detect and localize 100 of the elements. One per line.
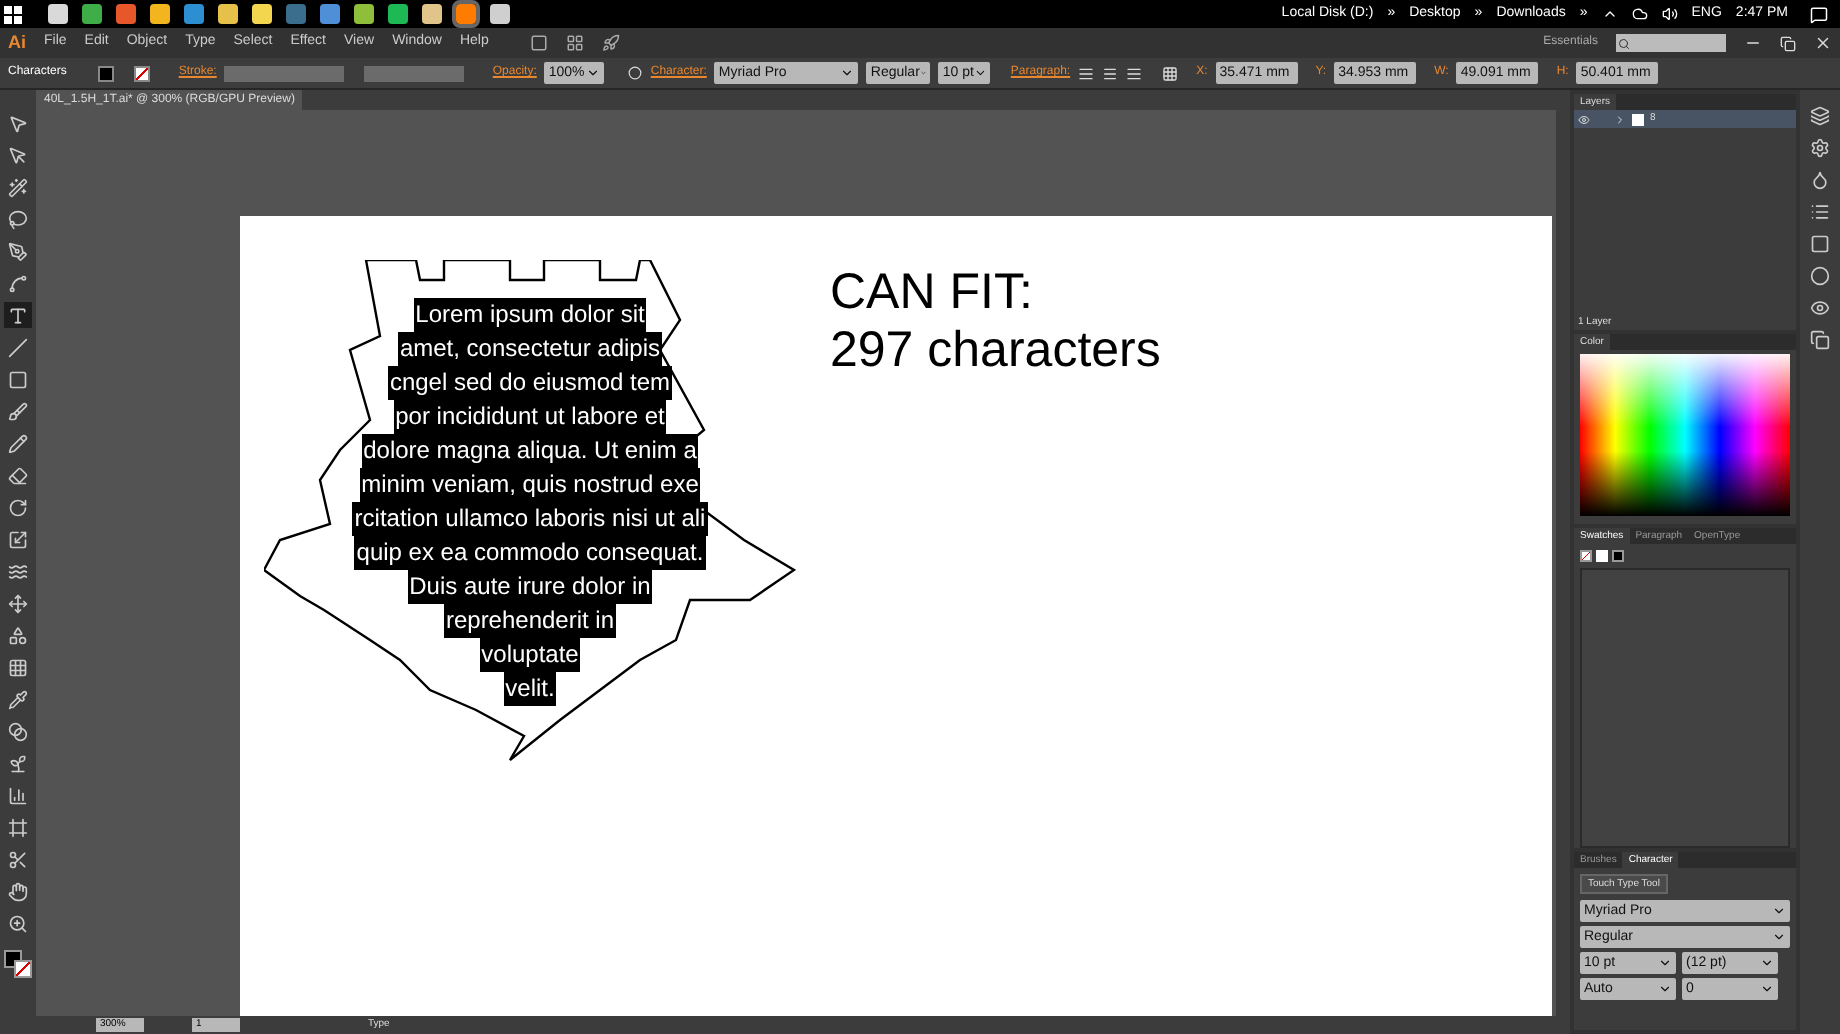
tool-button[interactable] bbox=[4, 366, 32, 392]
variable-width-field[interactable] bbox=[364, 65, 465, 81]
arrow-icon bbox=[8, 113, 28, 133]
tool-button[interactable] bbox=[4, 206, 32, 232]
tool-button[interactable] bbox=[4, 302, 32, 328]
app-icon[interactable] bbox=[218, 4, 238, 24]
restore-icon[interactable] bbox=[1780, 35, 1796, 51]
scale-icon bbox=[8, 529, 28, 549]
app-icon[interactable] bbox=[286, 4, 306, 24]
align-center-icon[interactable] bbox=[1102, 65, 1119, 81]
app-icon[interactable] bbox=[422, 4, 442, 24]
shapes-icon bbox=[8, 625, 28, 645]
tool-button[interactable] bbox=[4, 622, 32, 648]
tool-button[interactable] bbox=[4, 334, 32, 360]
stroke-swatch[interactable] bbox=[134, 65, 151, 81]
tool-button[interactable] bbox=[4, 686, 32, 712]
tool-button[interactable] bbox=[4, 750, 32, 776]
search-field[interactable] bbox=[1616, 34, 1726, 52]
list-icon[interactable] bbox=[1810, 202, 1830, 222]
grid-icon bbox=[8, 657, 28, 677]
arrange-icon[interactable] bbox=[566, 34, 585, 52]
rocket-icon[interactable] bbox=[602, 34, 621, 52]
swatch[interactable] bbox=[1580, 550, 1592, 562]
app-icon[interactable] bbox=[82, 4, 102, 24]
tool-button[interactable] bbox=[4, 718, 32, 744]
app-icon[interactable] bbox=[252, 4, 272, 24]
eyedropper-icon bbox=[8, 689, 28, 709]
curve-icon bbox=[8, 273, 28, 293]
eraser-icon bbox=[8, 465, 28, 485]
hollow-arrow-icon bbox=[8, 145, 28, 165]
pencil-icon bbox=[8, 433, 28, 453]
rectangle-icon bbox=[8, 369, 28, 389]
hand-icon bbox=[8, 881, 28, 901]
align-right-icon[interactable] bbox=[1126, 65, 1143, 81]
square-icon[interactable] bbox=[1810, 234, 1830, 254]
line-icon bbox=[8, 337, 28, 357]
caret-icon bbox=[586, 66, 601, 80]
color-spectrum[interactable] bbox=[1580, 354, 1790, 516]
copy-icon[interactable] bbox=[1810, 330, 1830, 350]
app-icon[interactable] bbox=[388, 4, 408, 24]
bar-chart-icon bbox=[8, 785, 28, 805]
tool-button[interactable] bbox=[4, 270, 32, 296]
app-icon[interactable] bbox=[48, 4, 68, 24]
close-icon[interactable] bbox=[1814, 34, 1832, 52]
circle-icon[interactable] bbox=[1810, 266, 1830, 286]
expand-icon[interactable] bbox=[1614, 113, 1626, 125]
droplet-icon[interactable] bbox=[1810, 170, 1830, 190]
scissors-icon bbox=[8, 849, 28, 869]
notification-icon[interactable] bbox=[1810, 5, 1828, 23]
speaker-icon[interactable] bbox=[1661, 6, 1678, 22]
app-icon[interactable] bbox=[184, 4, 204, 24]
app-logo: Ai bbox=[8, 29, 26, 56]
app-icon[interactable] bbox=[116, 4, 136, 24]
brush-icon bbox=[8, 401, 28, 421]
bridge-icon[interactable] bbox=[530, 34, 549, 52]
globe-icon[interactable] bbox=[628, 66, 643, 80]
layers-icon[interactable] bbox=[1810, 106, 1830, 126]
tool-button[interactable] bbox=[4, 430, 32, 456]
tool-button[interactable] bbox=[4, 174, 32, 200]
type-icon bbox=[8, 305, 28, 325]
frame-icon bbox=[8, 817, 28, 837]
tool-button[interactable] bbox=[4, 878, 32, 904]
app-icon[interactable] bbox=[354, 4, 374, 24]
rotate-icon bbox=[8, 497, 28, 517]
app-icon[interactable] bbox=[490, 4, 510, 24]
tool-button[interactable] bbox=[4, 910, 32, 936]
tool-button[interactable] bbox=[4, 782, 32, 808]
fill-stroke-swatches[interactable] bbox=[4, 950, 32, 978]
move-icon bbox=[8, 593, 28, 613]
wand-icon bbox=[8, 177, 28, 197]
search-icon bbox=[1618, 37, 1630, 49]
tool-button[interactable] bbox=[4, 590, 32, 616]
sprout-icon bbox=[8, 753, 28, 773]
eye-icon[interactable] bbox=[1810, 298, 1830, 318]
lasso-icon bbox=[8, 209, 28, 229]
windows-icon[interactable] bbox=[4, 5, 22, 23]
app-icon[interactable] bbox=[150, 4, 170, 24]
caret-icon bbox=[973, 66, 987, 80]
tool-button[interactable] bbox=[4, 526, 32, 552]
caret-icon bbox=[840, 66, 855, 80]
fill-swatch[interactable] bbox=[98, 65, 115, 81]
reference-point-icon[interactable] bbox=[1162, 65, 1179, 81]
tool-button[interactable] bbox=[4, 494, 32, 520]
cloud-icon[interactable] bbox=[1631, 6, 1648, 22]
pen-icon bbox=[8, 241, 28, 261]
align-left-icon[interactable] bbox=[1078, 65, 1095, 81]
tool-button[interactable] bbox=[4, 814, 32, 840]
layer-thumbnail bbox=[1632, 113, 1644, 125]
gear-icon[interactable] bbox=[1810, 138, 1830, 158]
swatch[interactable] bbox=[1612, 550, 1624, 562]
swatch[interactable] bbox=[1596, 550, 1608, 562]
wave-icon bbox=[8, 561, 28, 581]
eye-icon[interactable] bbox=[1578, 113, 1590, 125]
tool-button[interactable] bbox=[4, 462, 32, 488]
stroke-weight-field[interactable] bbox=[224, 65, 345, 81]
tool-button[interactable] bbox=[4, 398, 32, 424]
caret-icon bbox=[919, 66, 927, 80]
tool-button[interactable] bbox=[4, 238, 32, 264]
tool-button[interactable] bbox=[4, 654, 32, 680]
app-icon[interactable] bbox=[320, 4, 340, 24]
